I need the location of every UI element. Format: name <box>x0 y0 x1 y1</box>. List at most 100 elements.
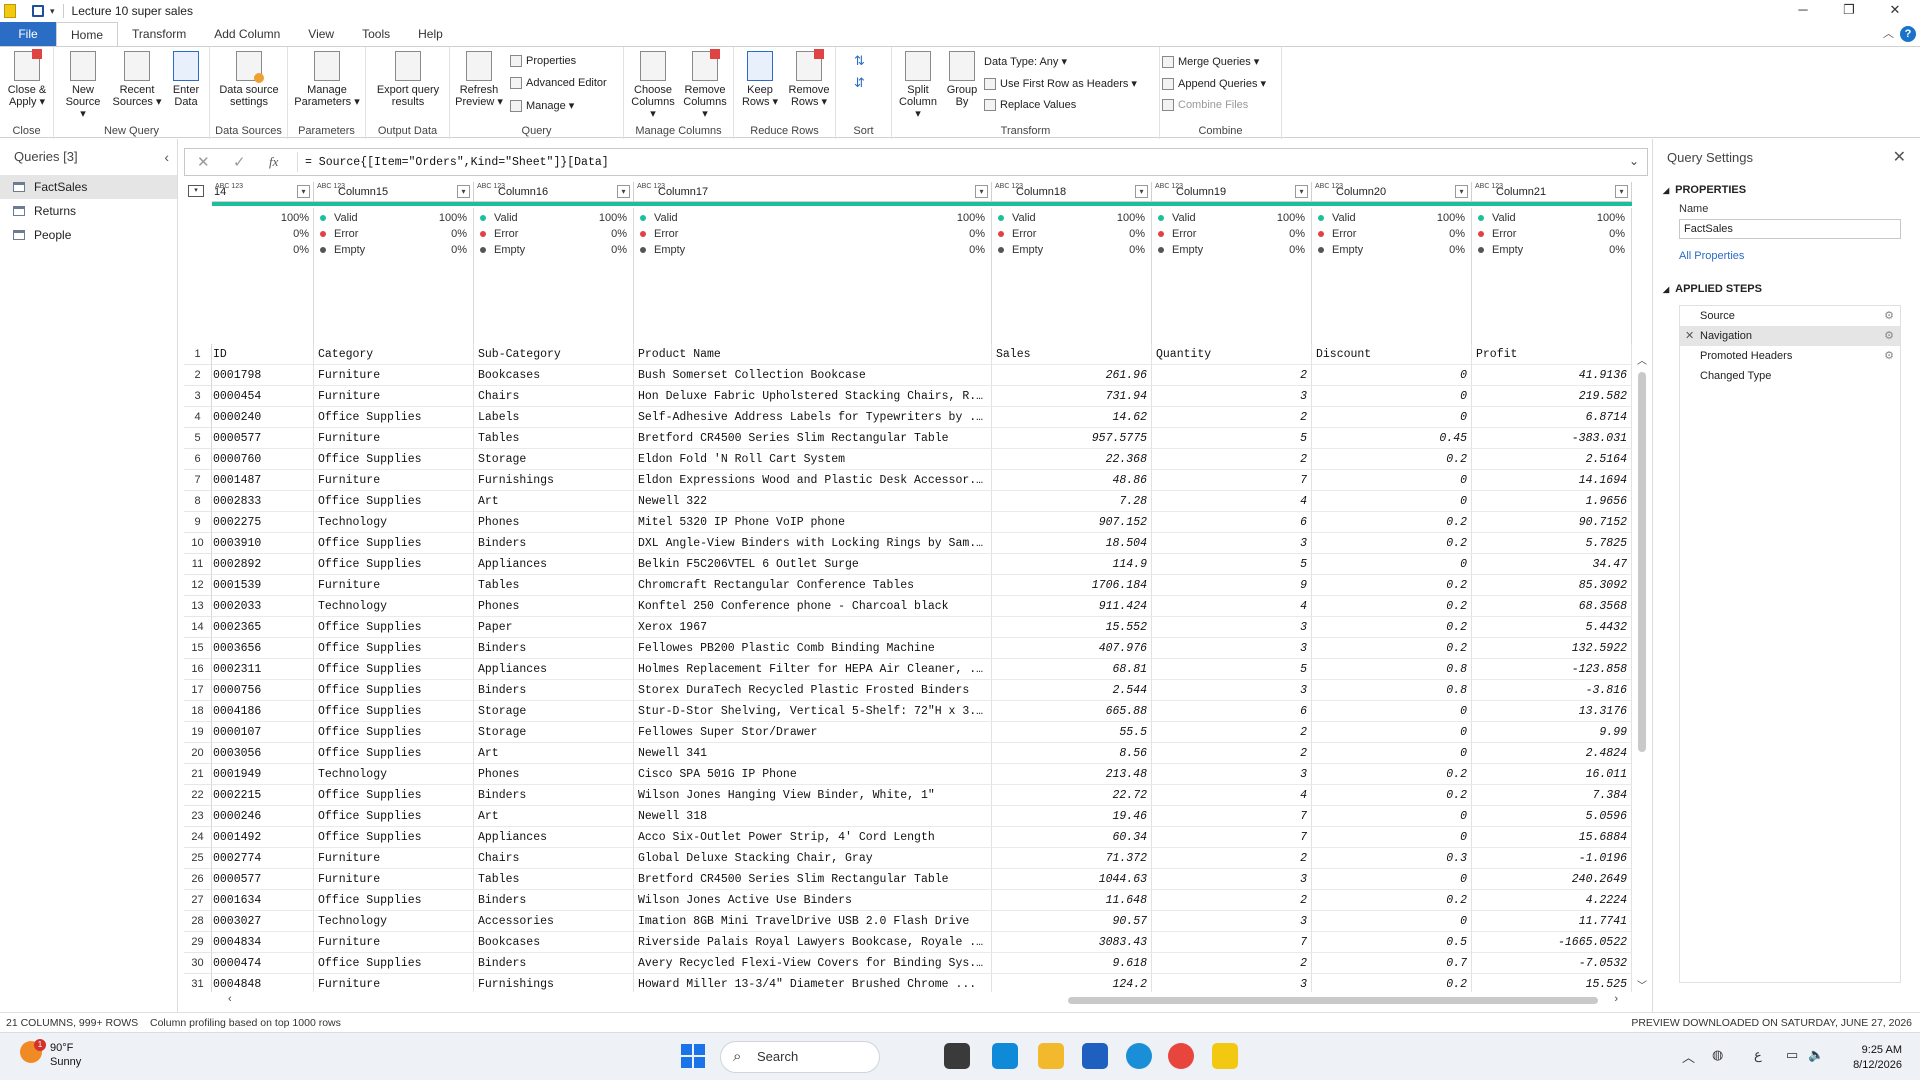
table-cell[interactable]: Hon Deluxe Fabric Upholstered Stacking C… <box>634 386 992 407</box>
table-cell[interactable]: 0.5 <box>1312 932 1472 953</box>
table-cell[interactable]: Konftel 250 Conference phone - Charcoal … <box>634 596 992 617</box>
table-cell[interactable]: 731.94 <box>992 386 1152 407</box>
group-by-button[interactable]: Group By <box>942 51 982 108</box>
table-cell[interactable]: -3.816 <box>1472 680 1632 701</box>
table-cell[interactable]: Office Supplies <box>314 617 474 638</box>
table-cell[interactable]: Bretford CR4500 Series Slim Rectangular … <box>634 869 992 890</box>
keep-rows-button[interactable]: Keep Rows ▾ <box>738 51 782 108</box>
table-cell[interactable]: 0.2 <box>1312 533 1472 554</box>
merge-queries-button[interactable]: Merge Queries ▾ <box>1162 55 1259 68</box>
table-cell[interactable]: 34.47 <box>1472 554 1632 575</box>
column-header[interactable]: ABC 123 Column20 ▾ <box>1312 182 1472 202</box>
horizontal-scroll-thumb[interactable] <box>1068 997 1598 1004</box>
table-cell[interactable]: 14.62 <box>992 407 1152 428</box>
table-cell[interactable]: 71.372 <box>992 848 1152 869</box>
terminal-icon[interactable] <box>944 1043 970 1069</box>
commit-formula-icon[interactable]: ✓ <box>233 153 246 171</box>
table-cell[interactable]: 2 <box>1152 365 1312 386</box>
table-cell[interactable]: Fellowes Super Stor/Drawer <box>634 722 992 743</box>
table-cell[interactable]: Office Supplies <box>314 827 474 848</box>
table-cell[interactable]: 7.28 <box>992 491 1152 512</box>
table-cell[interactable]: 0003027 <box>212 911 314 932</box>
table-cell[interactable]: Furniture <box>314 365 474 386</box>
table-cell[interactable]: Bretford CR4500 Series Slim Rectangular … <box>634 428 992 449</box>
minimize-icon[interactable]: ─ <box>1780 0 1826 22</box>
table-cell[interactable]: 0 <box>1312 407 1472 428</box>
column-filter-dropdown-icon[interactable]: ▾ <box>297 185 310 198</box>
table-cell[interactable]: Office Supplies <box>314 806 474 827</box>
table-cell[interactable]: -123.858 <box>1472 659 1632 680</box>
weather-widget[interactable]: 90°F Sunny <box>50 1041 81 1069</box>
table-cell[interactable]: Office Supplies <box>314 743 474 764</box>
tab-view[interactable]: View <box>294 22 348 46</box>
table-cell[interactable]: Global Deluxe Stacking Chair, Gray <box>634 848 992 869</box>
delete-step-icon[interactable]: ✕ <box>1685 326 1694 346</box>
table-cell[interactable]: 0.8 <box>1312 659 1472 680</box>
table-cell[interactable]: 9.618 <box>992 953 1152 974</box>
calendar-icon[interactable] <box>1082 1043 1108 1069</box>
table-cell[interactable]: 11.648 <box>992 890 1152 911</box>
language-icon[interactable]: ع <box>1754 1047 1762 1063</box>
table-cell[interactable]: 1044.63 <box>992 869 1152 890</box>
table-cell[interactable]: 5 <box>1152 554 1312 575</box>
enter-data-button[interactable]: Enter Data <box>168 51 204 108</box>
query-name-input[interactable]: FactSales <box>1679 219 1901 239</box>
table-cell[interactable]: 0002365 <box>212 617 314 638</box>
table-cell[interactable]: Furniture <box>314 974 474 992</box>
table-cell[interactable]: Tables <box>474 575 634 596</box>
new-source-button[interactable]: New Source ▾ <box>62 51 104 120</box>
column-filter-dropdown-icon[interactable]: ▾ <box>1455 185 1468 198</box>
table-cell[interactable]: Cisco SPA 501G IP Phone <box>634 764 992 785</box>
file-explorer-icon[interactable] <box>1038 1043 1064 1069</box>
table-cell[interactable]: 0001798 <box>212 365 314 386</box>
table-cell[interactable]: 665.88 <box>992 701 1152 722</box>
properties-section[interactable]: ◢ PROPERTIES <box>1663 184 1746 196</box>
table-cell[interactable]: -1.0196 <box>1472 848 1632 869</box>
table-cell[interactable]: 22.368 <box>992 449 1152 470</box>
table-cell[interactable]: 0000107 <box>212 722 314 743</box>
table-cell[interactable]: Riverside Palais Royal Lawyers Bookcase,… <box>634 932 992 953</box>
table-cell[interactable]: 0000577 <box>212 428 314 449</box>
table-cell[interactable]: 3 <box>1152 680 1312 701</box>
table-cell[interactable]: 41.9136 <box>1472 365 1632 386</box>
step-changed-type[interactable]: Changed Type <box>1680 366 1900 386</box>
table-cell[interactable]: Eldon Fold 'N Roll Cart System <box>634 449 992 470</box>
collapse-ribbon-icon[interactable]: ︿ <box>1883 25 1894 41</box>
chrome-icon[interactable] <box>1168 1043 1194 1069</box>
tab-home[interactable]: Home <box>56 22 119 46</box>
table-cell[interactable]: 2 <box>1152 407 1312 428</box>
table-cell[interactable]: 0002892 <box>212 554 314 575</box>
table-cell[interactable]: 0.45 <box>1312 428 1472 449</box>
table-cell[interactable]: 0001492 <box>212 827 314 848</box>
table-cell[interactable]: 11.7741 <box>1472 911 1632 932</box>
table-cell[interactable]: 15.525 <box>1472 974 1632 992</box>
tab-tools[interactable]: Tools <box>348 22 404 46</box>
table-cell[interactable]: 9 <box>1152 575 1312 596</box>
table-cell[interactable]: Storage <box>474 722 634 743</box>
table-cell[interactable]: 0 <box>1312 722 1472 743</box>
table-cell[interactable]: 2.5164 <box>1472 449 1632 470</box>
table-cell[interactable]: Office Supplies <box>314 533 474 554</box>
step-source[interactable]: Source ⚙ <box>1680 306 1900 326</box>
table-cell[interactable]: Phones <box>474 764 634 785</box>
table-cell[interactable]: Office Supplies <box>314 680 474 701</box>
table-menu-icon[interactable]: ▾ <box>188 185 204 197</box>
table-cell[interactable]: Newell 318 <box>634 806 992 827</box>
vertical-scrollbar[interactable]: ︿ ﹀ <box>1636 352 1648 992</box>
table-cell[interactable]: Paper <box>474 617 634 638</box>
table-cell[interactable]: 0 <box>1312 386 1472 407</box>
header-cell[interactable]: ID <box>212 344 314 365</box>
column-filter-dropdown-icon[interactable]: ▾ <box>975 185 988 198</box>
table-cell[interactable]: Chairs <box>474 848 634 869</box>
table-cell[interactable]: Xerox 1967 <box>634 617 992 638</box>
table-cell[interactable]: Phones <box>474 512 634 533</box>
table-cell[interactable]: 2.544 <box>992 680 1152 701</box>
table-cell[interactable]: 15.552 <box>992 617 1152 638</box>
close-apply-button[interactable]: Close & Apply ▾ <box>4 49 50 108</box>
table-cell[interactable]: 0001634 <box>212 890 314 911</box>
table-cell[interactable]: 0.2 <box>1312 974 1472 992</box>
table-cell[interactable]: Avery Recycled Flexi-View Covers for Bin… <box>634 953 992 974</box>
manage-button[interactable]: Manage ▾ <box>510 99 574 112</box>
table-cell[interactable]: 0.8 <box>1312 680 1472 701</box>
scroll-left-icon[interactable]: ‹ <box>228 993 232 1005</box>
